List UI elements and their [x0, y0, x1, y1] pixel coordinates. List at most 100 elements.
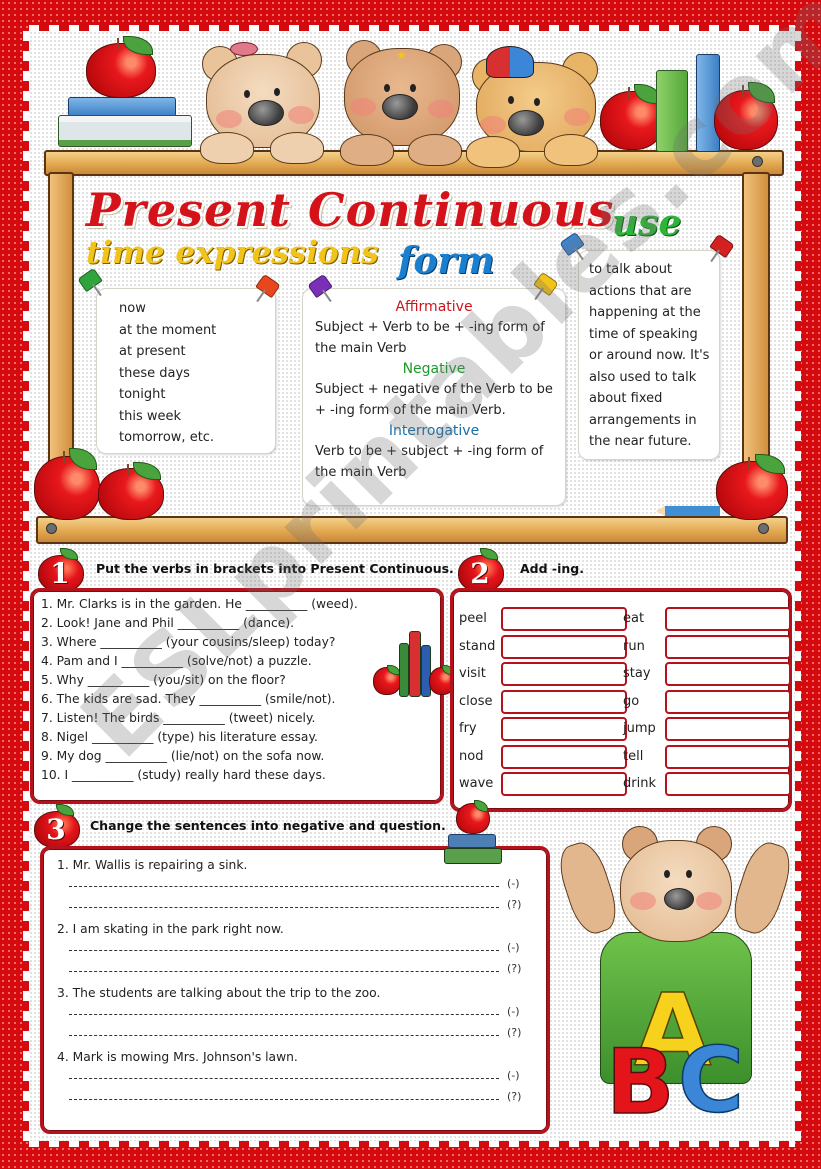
heading-use: use	[612, 202, 682, 244]
negative-marker: (-)	[507, 1069, 520, 1082]
apple-icon	[86, 36, 156, 98]
exercise-2-answer-field[interactable]	[665, 689, 791, 714]
exercise-2-answer-field[interactable]	[501, 634, 627, 659]
question-answer-line[interactable]: (?)	[57, 960, 537, 981]
answer-blank[interactable]	[69, 971, 499, 972]
negative-label: Negative	[402, 361, 466, 377]
use-description: to talk about actions that are happening…	[589, 262, 710, 449]
interrogative-rule: Verb to be + subject + -ing form of the …	[315, 444, 544, 480]
negative-rule: Subject + negative of the Verb to be + -…	[315, 382, 553, 418]
book-icon	[409, 631, 421, 697]
exercise-2-base-verb: drink	[623, 776, 656, 791]
bear-girl-icon	[198, 40, 328, 164]
negative-answer-line[interactable]: (-)	[57, 875, 537, 896]
book-icon	[448, 834, 496, 848]
answer-blank[interactable]	[69, 1099, 499, 1100]
answer-blank[interactable]	[69, 950, 499, 951]
bear-abc-icon: A B C	[552, 822, 798, 1136]
exercise-2-base-verb: eat	[623, 611, 645, 626]
exercise-2-answer-field[interactable]	[501, 662, 627, 686]
exercise-3-number-icon: 3	[34, 804, 80, 848]
time-expression: at the moment	[119, 322, 217, 338]
negative-marker: (-)	[507, 941, 520, 954]
bear-cap-icon	[466, 44, 604, 168]
exercise-2-number-icon: 2	[458, 548, 504, 592]
frame-post-right	[742, 172, 770, 476]
apple-icon	[716, 454, 788, 520]
time-expression: tonight	[119, 387, 166, 402]
exercise-3-sentence: 3. The students are talking about the tr…	[57, 986, 381, 1000]
question-marker: (?)	[507, 898, 522, 911]
stamp-edge-left	[23, 31, 29, 1141]
answer-blank[interactable]	[69, 886, 499, 887]
question-answer-line[interactable]: (?)	[57, 1024, 537, 1045]
exercise-2-instruction: Add -ing.	[520, 561, 584, 576]
negative-answer-line[interactable]: (-)	[57, 939, 537, 960]
answer-blank[interactable]	[69, 1035, 499, 1036]
nail-icon	[46, 523, 57, 534]
heading-form: form	[398, 240, 495, 282]
bear-star-icon: ★	[336, 38, 466, 166]
exercise-2-base-verb: run	[623, 638, 645, 654]
time-expressions-card: now at the moment at present these days …	[96, 288, 276, 454]
exercise-3-box: 1. Mr. Wallis is repairing a sink. (-) (?)…	[40, 846, 550, 1134]
exercise-2-base-verb: peel	[459, 611, 487, 626]
exercise-1-item: 6. The kids are sad. They __________ (sm…	[41, 692, 336, 706]
exercise-1-list: 1. Mr. Clarks is in the garden. He _____…	[41, 595, 358, 785]
page-title: Present Continuous	[86, 183, 615, 237]
apple-icon	[600, 84, 664, 150]
book-icon	[68, 97, 176, 117]
book-icon	[399, 643, 409, 697]
question-answer-line[interactable]: (?)	[57, 896, 537, 917]
shelf-bottom	[36, 516, 788, 544]
answer-blank[interactable]	[69, 907, 499, 908]
exercise-2-base-verb: visit	[459, 666, 486, 681]
book-icon	[656, 70, 688, 152]
time-expressions-list: now at the moment at present these days …	[97, 289, 275, 449]
exercise-2-base-verb: nod	[459, 748, 484, 764]
answer-blank[interactable]	[69, 1078, 499, 1079]
exercise-1-item: 5. Why __________ (you/sit) on the floor…	[41, 673, 286, 687]
exercise-2-base-verb: wave	[459, 776, 494, 791]
negative-marker: (-)	[507, 1005, 520, 1018]
answer-blank[interactable]	[69, 1014, 499, 1015]
time-expression: tomorrow, etc.	[119, 430, 215, 445]
negative-marker: (-)	[507, 877, 520, 890]
exercise-3-sentence: 4. Mark is mowing Mrs. Johnson's lawn.	[57, 1050, 298, 1064]
exercise-1-item: 4. Pam and I __________ (solve/not) a pu…	[41, 654, 312, 668]
exercise-2-answer-field[interactable]	[501, 607, 627, 631]
exercise-2-answer-field[interactable]	[501, 744, 627, 769]
apple-icon	[34, 448, 100, 520]
exercise-2-answer-field[interactable]	[501, 717, 627, 741]
exercise-1-item: 2. Look! Jane and Phil __________ (dance…	[41, 616, 295, 630]
exercise-2-answer-field[interactable]	[665, 744, 791, 769]
exercise-3-instruction: Change the sentences into negative and q…	[90, 818, 446, 833]
apple-icon	[714, 82, 778, 150]
exercise-3-item: 2. I am skating in the park right now. (-…	[57, 919, 537, 983]
book-icon	[444, 848, 502, 864]
nail-icon	[752, 156, 763, 167]
time-expression: at present	[119, 344, 186, 359]
negative-answer-line[interactable]: (-)	[57, 1003, 537, 1024]
question-marker: (?)	[507, 1090, 522, 1103]
question-answer-line[interactable]: (?)	[57, 1088, 537, 1109]
exercise-2-answer-field[interactable]	[501, 689, 627, 714]
time-expression: this week	[119, 408, 182, 424]
exercise-2-base-verb: close	[459, 693, 493, 709]
exercise-2-answer-field[interactable]	[665, 634, 791, 659]
exercise-3-item: 3. The students are talking about the tr…	[57, 983, 537, 1047]
time-expression: now	[119, 301, 146, 316]
question-marker: (?)	[507, 962, 522, 975]
negative-answer-line[interactable]: (-)	[57, 1067, 537, 1088]
exercise-2-answer-field[interactable]	[665, 662, 791, 686]
frame-post-left	[48, 172, 74, 476]
exercise-2-box: peel stand visit close fry nod wave eat run stay g…	[450, 588, 792, 812]
heading-time-expressions: time expressions	[86, 235, 379, 271]
exercise-2-answer-field[interactable]	[665, 717, 791, 741]
exercise-2-base-verb: fry	[459, 721, 477, 736]
exercise-2-answer-field[interactable]	[665, 772, 791, 796]
exercise-2-answer-field[interactable]	[501, 772, 627, 796]
interrogative-label: Interrogative	[388, 423, 480, 439]
affirmative-label: Affirmative	[395, 299, 473, 315]
exercise-2-answer-field[interactable]	[665, 607, 791, 631]
